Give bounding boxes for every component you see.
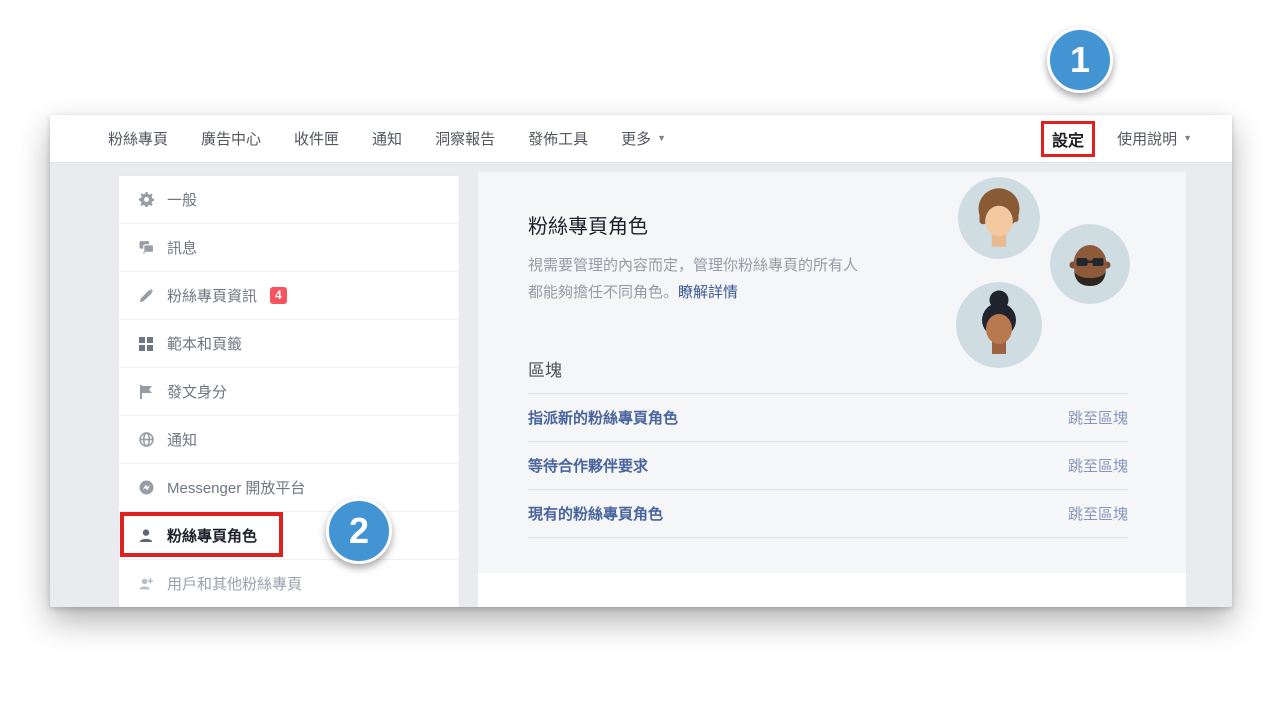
sidebar-item-label: 一般 (167, 189, 197, 210)
nav-more-label: 更多 (621, 128, 651, 149)
sidebar-item-templates-tabs[interactable]: 範本和頁籤 (119, 320, 459, 368)
chevron-down-icon: ▼ (657, 134, 666, 143)
page-title: 粉絲專頁角色 (528, 210, 648, 239)
nav-tab-more[interactable]: 更多 ▼ (621, 128, 666, 149)
settings-content: 一般 訊息 粉絲專頁資訊 4 (50, 163, 1232, 607)
sidebar-item-label: 用戶和其他粉絲專頁 (167, 573, 302, 594)
avatar-man-beard-glasses (1050, 224, 1130, 304)
nav-tab-help[interactable]: 使用說明 ▼ (1117, 128, 1192, 149)
sidebar-item-page-info[interactable]: 粉絲專頁資訊 4 (119, 272, 459, 320)
gear-icon (138, 192, 154, 207)
nav-right: 設定 使用說明 ▼ (1041, 121, 1192, 157)
sidebar-item-label: 範本和頁籤 (167, 333, 242, 354)
sidebar-item-page-roles[interactable]: 粉絲專頁角色 (119, 512, 459, 560)
jump-to-section-link[interactable]: 跳至區塊 (1068, 503, 1128, 524)
description-line-1: 視需要管理的內容而定，管理你粉絲專頁的所有人 (528, 257, 858, 274)
section-row-existing-page-roles[interactable]: 現有的粉絲專頁角色 跳至區塊 (528, 490, 1128, 538)
section-row-label: 現有的粉絲專頁角色 (528, 503, 663, 524)
grid-icon (138, 337, 154, 351)
person-icon (138, 529, 154, 543)
pencil-icon (138, 289, 154, 303)
page-roles-overview: 粉絲專頁角色 視需要管理的內容而定，管理你粉絲專頁的所有人 都能夠擔任不同角色。… (478, 172, 1186, 573)
avatar-woman-bob (958, 177, 1040, 259)
top-nav: 粉絲專頁 廣告中心 收件匣 通知 洞察報告 發佈工具 更多 ▼ 設定 使用說明 … (50, 115, 1232, 163)
nav-tab-settings[interactable]: 設定 (1041, 121, 1095, 157)
sidebar-item-label: 發文身分 (167, 381, 227, 402)
nav-tab-ad-center[interactable]: 廣告中心 (201, 128, 261, 149)
notification-badge: 4 (270, 287, 287, 304)
flag-icon (138, 385, 154, 399)
person-add-icon (138, 577, 154, 591)
sections-list: 指派新的粉絲專頁角色 跳至區塊 等待合作夥伴要求 跳至區塊 現有的粉絲專頁角色 … (528, 393, 1128, 538)
settings-sidebar: 一般 訊息 粉絲專頁資訊 4 (118, 175, 460, 607)
sidebar-item-label: 通知 (167, 429, 197, 450)
sidebar-item-post-attribution[interactable]: 發文身分 (119, 368, 459, 416)
sidebar-item-messaging[interactable]: 訊息 (119, 224, 459, 272)
sidebar-item-label: 粉絲專頁資訊 (167, 285, 257, 306)
page-roles-panel: 粉絲專頁角色 視需要管理的內容而定，管理你粉絲專頁的所有人 都能夠擔任不同角色。… (478, 172, 1186, 607)
panel-footer-area (478, 573, 1186, 607)
chevron-down-icon: ▼ (1183, 134, 1192, 143)
annotation-step-1: 1 (1047, 27, 1113, 93)
annotation-step-2: 2 (326, 498, 392, 564)
nav-tabs: 粉絲專頁 廣告中心 收件匣 通知 洞察報告 發佈工具 更多 ▼ (108, 128, 666, 149)
messenger-icon (138, 480, 154, 495)
chat-icon (138, 240, 154, 255)
learn-more-link[interactable]: 瞭解詳情 (678, 284, 738, 301)
nav-tab-insights[interactable]: 洞察報告 (435, 128, 495, 149)
jump-to-section-link[interactable]: 跳至區塊 (1068, 407, 1128, 428)
avatar-woman-bun (956, 282, 1042, 368)
screenshot-card: 粉絲專頁 廣告中心 收件匣 通知 洞察報告 發佈工具 更多 ▼ 設定 使用說明 … (50, 115, 1232, 607)
nav-help-label: 使用說明 (1117, 128, 1177, 149)
section-row-pending-partner-requests[interactable]: 等待合作夥伴要求 跳至區塊 (528, 442, 1128, 490)
section-row-label: 等待合作夥伴要求 (528, 455, 648, 476)
sidebar-item-notifications[interactable]: 通知 (119, 416, 459, 464)
sidebar-item-people-other-pages[interactable]: 用戶和其他粉絲專頁 (119, 560, 459, 607)
sidebar-item-label: 粉絲專頁角色 (167, 525, 257, 546)
sidebar-item-label: Messenger 開放平台 (167, 477, 305, 498)
sidebar-item-label: 訊息 (167, 237, 197, 258)
nav-tab-page[interactable]: 粉絲專頁 (108, 128, 168, 149)
page: 粉絲專頁 廣告中心 收件匣 通知 洞察報告 發佈工具 更多 ▼ 設定 使用說明 … (0, 0, 1280, 720)
nav-tab-inbox[interactable]: 收件匣 (294, 128, 339, 149)
description-line-2: 都能夠擔任不同角色。 (528, 284, 678, 301)
page-description: 視需要管理的內容而定，管理你粉絲專頁的所有人 都能夠擔任不同角色。瞭解詳情 (528, 252, 958, 306)
nav-tab-notifications[interactable]: 通知 (372, 128, 402, 149)
sidebar-item-messenger-platform[interactable]: Messenger 開放平台 (119, 464, 459, 512)
nav-tab-publishing[interactable]: 發佈工具 (528, 128, 588, 149)
globe-icon (138, 432, 154, 447)
section-row-assign-new-role[interactable]: 指派新的粉絲專頁角色 跳至區塊 (528, 394, 1128, 442)
sections-header: 區塊 (528, 356, 562, 381)
jump-to-section-link[interactable]: 跳至區塊 (1068, 455, 1128, 476)
section-row-label: 指派新的粉絲專頁角色 (528, 407, 678, 428)
sidebar-item-general[interactable]: 一般 (119, 176, 459, 224)
